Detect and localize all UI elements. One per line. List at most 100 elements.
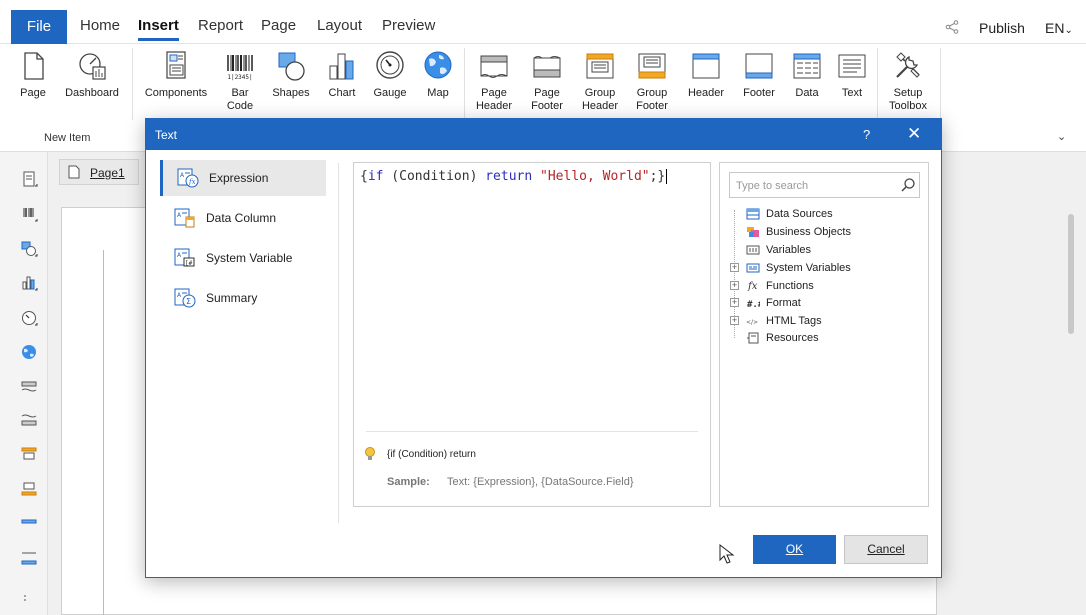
file-menu-button[interactable]: File xyxy=(11,10,67,44)
summary-icon: AΣ xyxy=(174,288,196,308)
search-icon[interactable] xyxy=(900,177,916,193)
data-band-button[interactable]: Data xyxy=(788,47,826,117)
expand-icon[interactable]: + xyxy=(730,298,739,307)
cancel-button[interactable]: Cancel xyxy=(844,535,928,564)
toolbox-chart-icon[interactable] xyxy=(20,274,38,292)
expand-icon[interactable]: + xyxy=(730,281,739,290)
gauge-button[interactable]: Gauge xyxy=(370,47,410,117)
expand-icon[interactable]: + xyxy=(730,316,739,325)
vertical-scrollbar[interactable] xyxy=(1068,214,1074,334)
page-icon xyxy=(24,52,44,80)
tab-preview[interactable]: Preview xyxy=(382,17,435,34)
dialog-title: Text xyxy=(155,128,178,142)
dialog-title-bar: Text ? ✕ xyxy=(146,119,941,150)
toolbox-barcode-icon[interactable] xyxy=(20,205,38,223)
gauge-icon xyxy=(376,51,404,79)
header-band-button[interactable]: Header xyxy=(684,47,728,117)
tree-item-variables[interactable]: Variables xyxy=(766,244,811,256)
dashboard-button[interactable]: Dashboard xyxy=(60,47,124,117)
tab-layout[interactable]: Layout xyxy=(317,17,362,34)
data-column-icon: A xyxy=(174,208,195,228)
format-icon: #.# xyxy=(747,300,760,309)
toolbox-data-icon[interactable] xyxy=(20,590,38,608)
toolbox-group-footer-icon[interactable] xyxy=(20,480,38,498)
page-button[interactable]: Page xyxy=(14,47,52,117)
svg-text:#.#: #.# xyxy=(747,300,760,309)
toolbox-gauge-icon[interactable] xyxy=(20,309,38,327)
sidebar-item-expression[interactable]: Afx Expression xyxy=(160,160,326,196)
tree-item-format[interactable]: Format xyxy=(766,297,801,309)
map-button[interactable]: Map xyxy=(420,47,456,117)
data-band-label: Data xyxy=(795,87,819,99)
ok-button[interactable]: OK xyxy=(753,535,836,564)
expression-icon: Afx xyxy=(177,168,199,188)
group-footer-button[interactable]: Group Footer xyxy=(630,47,674,117)
search-input[interactable]: Type to search xyxy=(729,172,920,198)
page-tab[interactable]: Page1 xyxy=(59,159,139,185)
gauge-button-label: Gauge xyxy=(373,87,407,99)
toolbox-group-header-icon[interactable] xyxy=(20,445,38,463)
toolbox-map-icon[interactable] xyxy=(20,343,38,361)
publish-button[interactable]: Publish xyxy=(979,20,1025,36)
globe-icon xyxy=(424,51,452,79)
sidebar-item-label: System Variable xyxy=(206,251,293,265)
page-footer-label-1: Page xyxy=(534,87,560,99)
map-button-label: Map xyxy=(427,87,449,99)
chart-button[interactable]: Chart xyxy=(324,47,360,117)
footer-band-button[interactable]: Footer xyxy=(738,47,780,117)
tree-item-business-objects[interactable]: Business Objects xyxy=(766,226,851,238)
text-button[interactable]: Text xyxy=(834,47,870,117)
sidebar-item-label: Data Column xyxy=(206,211,277,225)
tab-page[interactable]: Page xyxy=(261,17,296,34)
shapes-button[interactable]: Shapes xyxy=(268,47,314,117)
page-header-icon xyxy=(480,55,508,78)
help-icon[interactable]: ? xyxy=(863,127,870,142)
sidebar-item-system-variable[interactable]: A [#] System Variable xyxy=(160,240,326,276)
language-selector[interactable]: EN⌄ xyxy=(1045,20,1073,36)
group-footer-label-2: Footer xyxy=(636,100,668,112)
components-icon xyxy=(166,51,186,79)
sample-label: Sample: xyxy=(387,476,430,488)
toolbox-page-header-icon[interactable] xyxy=(20,377,38,395)
expand-icon[interactable]: + xyxy=(730,263,739,272)
dashboard-button-label: Dashboard xyxy=(65,87,119,99)
page-button-label: Page xyxy=(20,87,46,99)
toolbox-footer-icon[interactable] xyxy=(20,549,38,567)
toolbox-page-footer-icon[interactable] xyxy=(20,411,38,429)
sidebar-item-summary[interactable]: AΣ Summary xyxy=(160,280,326,316)
setup-toolbox-button[interactable]: Setup Toolbox xyxy=(884,47,932,117)
text-dialog: Text ? ✕ Afx Expression A Data Column A[… xyxy=(145,118,942,578)
share-icon[interactable] xyxy=(945,20,959,34)
components-button[interactable]: Components xyxy=(140,47,212,117)
expression-code: {if (Condition) return "Hello, World";} xyxy=(360,169,668,184)
tab-insert[interactable]: Insert xyxy=(138,17,179,41)
toolbox-header-icon[interactable] xyxy=(20,514,38,532)
toolbox-shapes-icon[interactable] xyxy=(20,240,38,258)
code-keyword-return: return xyxy=(485,169,533,184)
toolbox-components-icon[interactable] xyxy=(20,170,38,188)
group-header-button[interactable]: Group Header xyxy=(578,47,622,117)
tree-item-resources[interactable]: Resources xyxy=(766,332,819,344)
sample-value: Text: {Expression}, {DataSource.Field} xyxy=(447,476,634,488)
shapes-button-label: Shapes xyxy=(272,87,310,99)
tab-report[interactable]: Report xyxy=(198,17,243,34)
tree-item-system-variables[interactable]: System Variables xyxy=(766,262,851,274)
mouse-cursor-icon xyxy=(719,543,735,564)
page-footer-button[interactable]: Page Footer xyxy=(526,47,568,117)
tab-home[interactable]: Home xyxy=(80,17,120,34)
text-icon xyxy=(838,54,866,78)
tree-item-html-tags[interactable]: HTML Tags xyxy=(766,315,822,327)
dashboard-icon xyxy=(79,53,106,80)
expression-editor[interactable]: {if (Condition) return "Hello, World";} … xyxy=(353,162,711,507)
page-header-button[interactable]: Page Header xyxy=(472,47,516,117)
header-band-label: Header xyxy=(687,87,725,99)
tree-item-functions[interactable]: Functions xyxy=(766,280,814,292)
barcode-button[interactable]: 1|2345| Bar Code xyxy=(222,47,258,117)
ribbon-separator xyxy=(464,48,465,120)
close-icon[interactable]: ✕ xyxy=(907,124,921,144)
sidebar-item-label: Expression xyxy=(209,171,269,185)
sidebar-item-data-column[interactable]: A Data Column xyxy=(160,200,326,236)
svg-text:</>: </> xyxy=(746,319,758,326)
tree-item-data-sources[interactable]: Data Sources xyxy=(766,208,833,220)
ribbon-collapse-chevron-icon[interactable]: ⌄ xyxy=(1057,130,1066,143)
